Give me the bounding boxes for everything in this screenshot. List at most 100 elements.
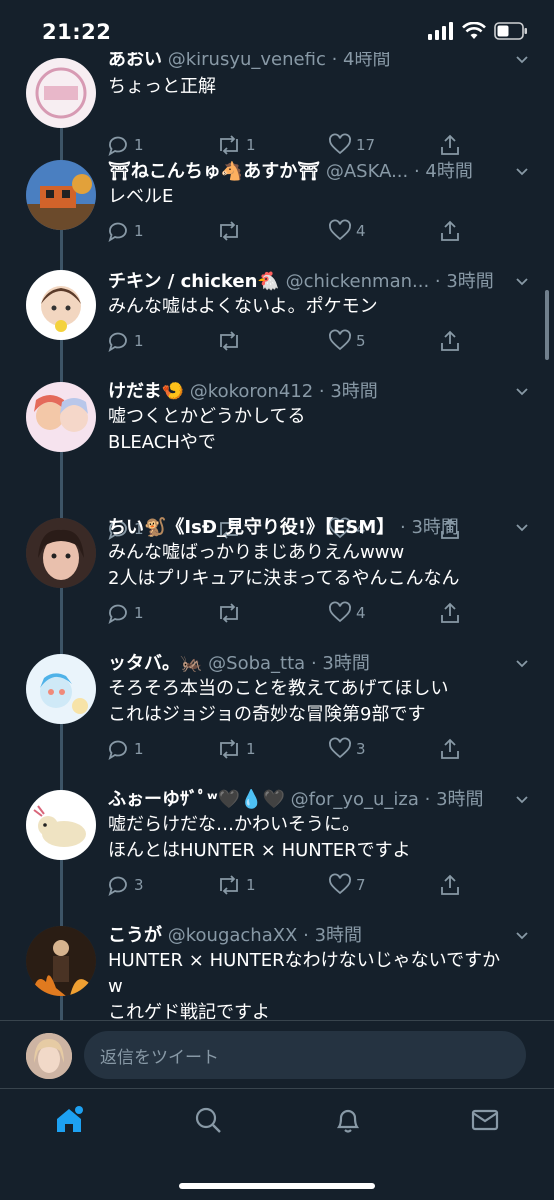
chevron-down-icon[interactable] [514, 792, 530, 808]
tweet-text: みんな嘘ばっかりまじありえんwww 2人はプリキュアに決まってるやんこんなん [108, 540, 526, 592]
avatar[interactable] [26, 270, 96, 340]
avatar[interactable] [26, 518, 96, 588]
tweet-header: あおい @kirusyu_venefic · 4時間 [108, 52, 506, 74]
like-button[interactable]: 7 [328, 872, 366, 898]
share-button[interactable] [438, 328, 462, 354]
like-button[interactable]: 17 [328, 132, 375, 158]
like-button[interactable]: 5 [328, 328, 366, 354]
avatar[interactable] [26, 654, 96, 724]
reply-button[interactable]: 1 [106, 218, 144, 244]
username[interactable]: @kokoron412 [190, 381, 313, 402]
reply-feed[interactable]: あおい @kirusyu_venefic · 4時間 ちょっと正解 1 1 17… [0, 52, 554, 1020]
username[interactable]: @kirusyu_venefic [168, 52, 326, 70]
avatar[interactable] [26, 160, 96, 230]
avatar[interactable] [26, 1033, 72, 1079]
search-icon[interactable] [193, 1105, 223, 1135]
display-name[interactable]: ちい🐒《IsÐ_見守り役!》【ESM】 [108, 517, 394, 538]
share-icon [441, 874, 459, 895]
tweet-header: こうが @kougachaXX · 3時間 [108, 922, 506, 950]
display-name[interactable]: ⛩ねこんちゅ🐴あすか⛩ [108, 161, 320, 182]
share-icon [441, 220, 459, 241]
display-name[interactable]: あおい [108, 52, 162, 70]
timestamp: · 4時間 [413, 161, 473, 182]
share-button[interactable] [438, 736, 462, 762]
share-icon [441, 330, 459, 351]
username[interactable]: @chickenman... [286, 271, 430, 292]
retweet-button[interactable] [216, 218, 246, 244]
reply-button[interactable]: 1 [106, 736, 144, 762]
tweet-text-line: レベルE [108, 186, 174, 207]
reply-input[interactable]: 返信をツイート [84, 1031, 526, 1079]
tweet[interactable]: けだま🍤 @kokoron412 · 3時間 嘘つくとかどうかしてる BLEAC… [0, 378, 554, 540]
reply-count: 1 [134, 604, 144, 622]
display-name[interactable]: ふぉーゆｻﾞﾟʷ🖤💧🖤 [108, 789, 285, 810]
tweet-header: ⛩ねこんちゅ🐴あすか⛩ @ASKA... · 4時間 [108, 158, 506, 186]
reply-button[interactable]: 1 [106, 328, 144, 354]
tweet-text-line: 2人はプリキュアに決まってるやんこんなん [108, 568, 460, 589]
tweet[interactable]: ふぉーゆｻﾞﾟʷ🖤💧🖤 @for_yo_u_iza · 3時間 嘘だらけだな…か… [0, 786, 554, 922]
home-indicator[interactable] [179, 1183, 375, 1189]
like-button[interactable]: 4 [328, 218, 366, 244]
chevron-down-icon[interactable] [514, 52, 530, 68]
chevron-down-icon[interactable] [514, 164, 530, 180]
chevron-down-icon[interactable] [514, 520, 530, 536]
timestamp: · 4時間 [331, 52, 391, 70]
tweet-header: チキン / chicken🐔 @chickenman... · 3時間 [108, 268, 506, 296]
tweet-header: ちい🐒《IsÐ_見守り役!》【ESM】 · 3時間 [108, 514, 506, 542]
share-button[interactable] [438, 218, 462, 244]
like-count: 4 [356, 604, 366, 622]
timestamp: · 3時間 [318, 381, 378, 402]
avatar[interactable] [26, 382, 96, 452]
username[interactable]: @ASKA... [326, 161, 408, 182]
avatar[interactable] [26, 58, 96, 128]
reply-button[interactable]: 1 [106, 132, 144, 158]
like-button[interactable]: 3 [328, 736, 366, 762]
notifications-icon[interactable] [333, 1105, 363, 1135]
retweet-icon [220, 331, 238, 351]
share-button[interactable] [438, 872, 462, 898]
display-name[interactable]: ッタバ。🦗 [108, 653, 202, 674]
scrollbar[interactable] [545, 290, 549, 360]
heart-icon [329, 873, 351, 895]
avatar[interactable] [26, 790, 96, 860]
display-name[interactable]: けだま🍤 [108, 381, 184, 402]
display-name[interactable]: チキン / chicken🐔 [108, 271, 280, 292]
tweet[interactable]: ちい🐒《IsÐ_見守り役!》【ESM】 · 3時間 みんな嘘ばっかりまじありえん… [0, 514, 554, 650]
tweet[interactable]: ッタバ。🦗 @Soba_tta · 3時間 そろそろ本当のことを教えてあげてほし… [0, 650, 554, 786]
tweet-text: レベルE [108, 184, 526, 210]
like-button[interactable]: 4 [328, 600, 366, 626]
heart-icon [329, 219, 351, 241]
display-name[interactable]: こうが [108, 925, 162, 946]
avatar[interactable] [26, 926, 96, 996]
tweet-text-line: w [108, 976, 123, 997]
chevron-down-icon[interactable] [514, 928, 530, 944]
reply-count: 3 [134, 876, 144, 894]
retweet-button[interactable] [216, 328, 246, 354]
retweet-button[interactable]: 1 [216, 736, 256, 762]
share-button[interactable] [438, 600, 462, 626]
tweet-text: 嘘だらけだな…かわいそうに。 ほんとはHUNTER × HUNTERですよ [108, 812, 526, 864]
chevron-down-icon[interactable] [514, 656, 530, 672]
retweet-icon [220, 135, 238, 155]
reply-icon [108, 876, 127, 896]
home-icon[interactable] [54, 1105, 84, 1135]
retweet-button[interactable] [216, 600, 246, 626]
username[interactable]: @for_yo_u_iza [291, 789, 419, 810]
like-count: 5 [356, 332, 366, 350]
tweet[interactable]: あおい @kirusyu_venefic · 4時間 ちょっと正解 1 1 17 [0, 52, 554, 158]
messages-icon[interactable] [470, 1105, 500, 1135]
chevron-down-icon[interactable] [514, 274, 530, 290]
username[interactable]: @Soba_tta [208, 653, 305, 674]
tweet-actions: 1 4 [106, 600, 466, 626]
username[interactable]: @kougachaXX [168, 925, 298, 946]
chevron-down-icon[interactable] [514, 384, 530, 400]
tweet[interactable]: こうが @kougachaXX · 3時間 HUNTER × HUNTERなわけ… [0, 922, 554, 1020]
retweet-button[interactable]: 1 [216, 872, 256, 898]
share-icon [441, 602, 459, 623]
share-button[interactable] [438, 132, 462, 158]
tweet-text: ちょっと正解 [108, 74, 526, 100]
reply-button[interactable]: 3 [106, 872, 144, 898]
reply-button[interactable]: 1 [106, 600, 144, 626]
retweet-button[interactable]: 1 [216, 132, 256, 158]
tweet-text-line: ほんとはHUNTER × HUNTERですよ [108, 840, 411, 861]
